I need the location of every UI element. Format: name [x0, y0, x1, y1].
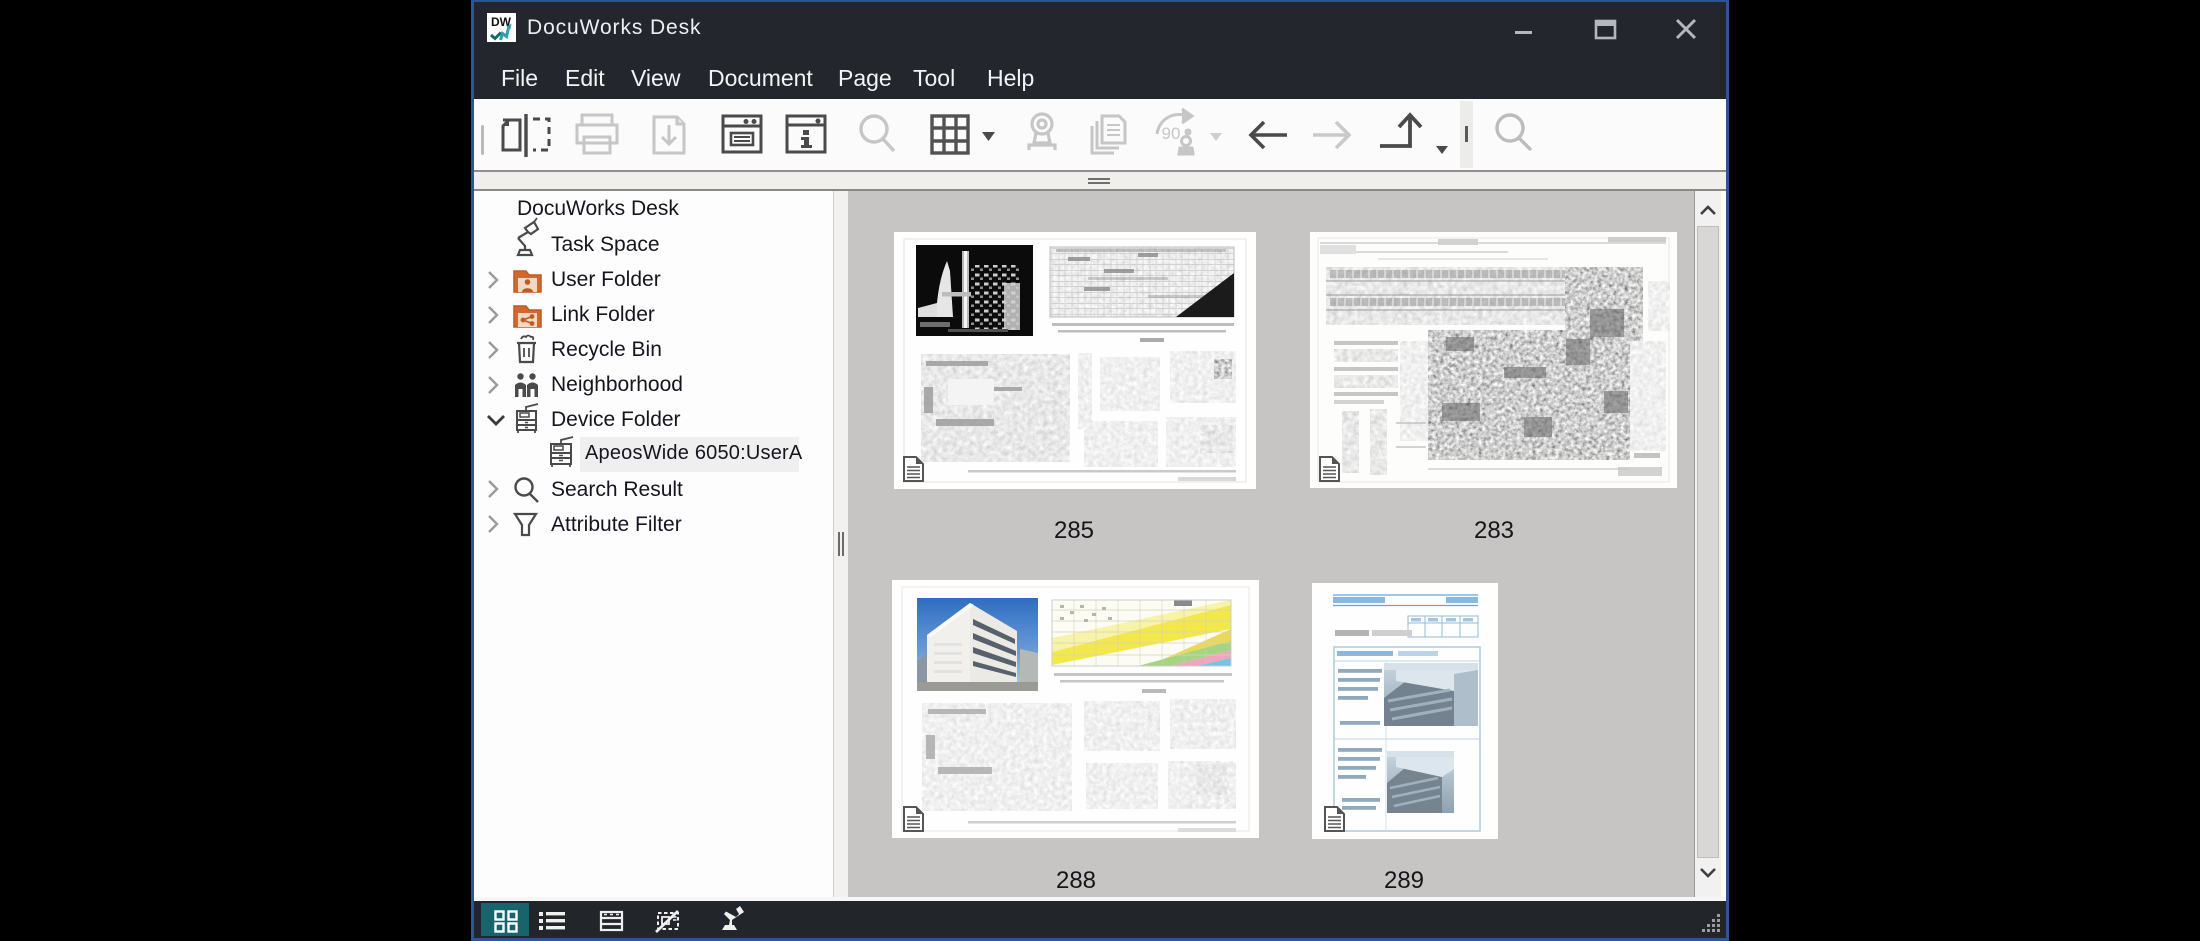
svg-text:283: 283: [1474, 517, 1514, 544]
svg-text:285: 285: [1054, 517, 1094, 544]
svg-text:288: 288: [1056, 867, 1096, 894]
svg-text:289: 289: [1384, 867, 1424, 894]
svg-text:90: 90: [1162, 124, 1181, 143]
